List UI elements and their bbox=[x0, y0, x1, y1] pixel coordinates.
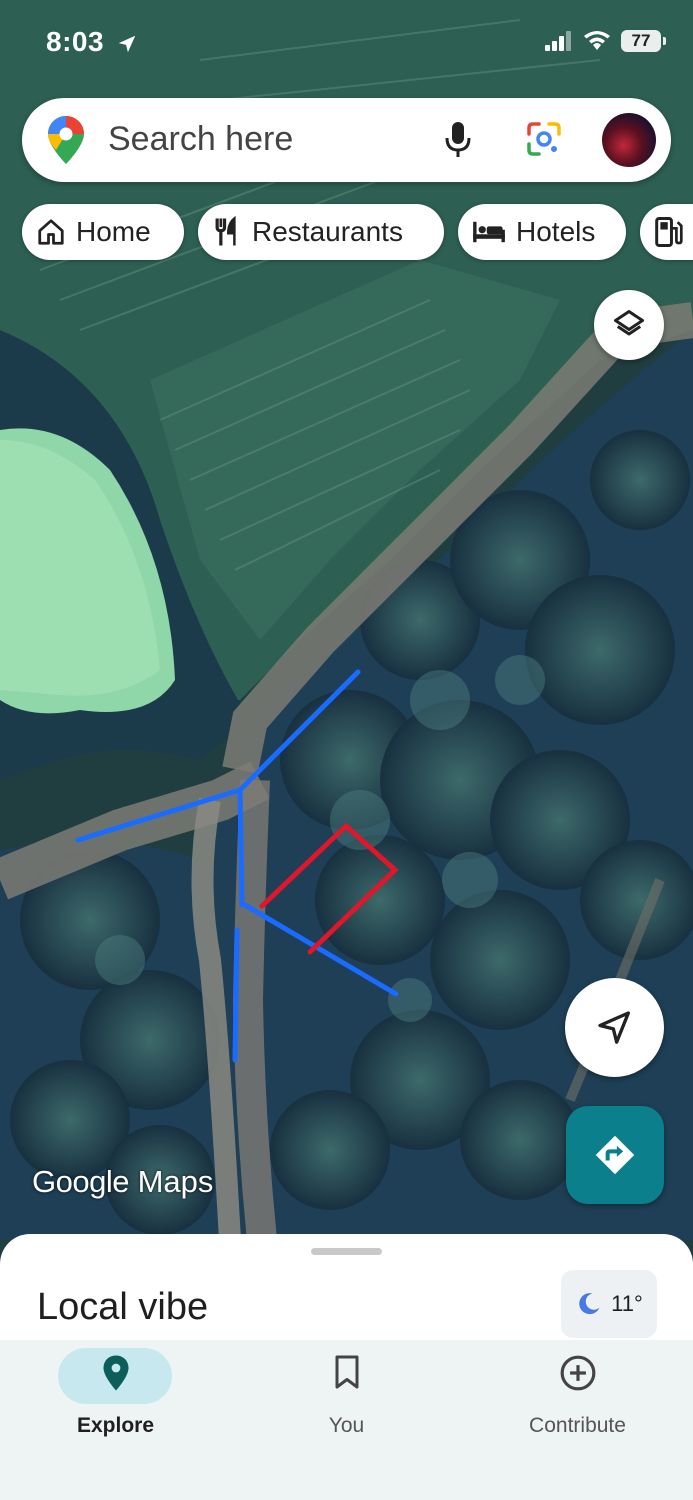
explore-pin-icon bbox=[103, 1355, 128, 1391]
google-maps-logo-icon bbox=[48, 116, 84, 164]
search-bar[interactable]: Search here bbox=[22, 98, 671, 182]
directions-icon bbox=[595, 1135, 635, 1175]
chip-hotels[interactable]: Hotels bbox=[458, 204, 626, 260]
search-input[interactable]: Search here bbox=[108, 120, 293, 159]
home-icon bbox=[38, 219, 64, 245]
chip-home[interactable]: Home bbox=[22, 204, 184, 260]
status-bar: 8:03 77 bbox=[0, 0, 693, 90]
hotel-icon bbox=[473, 221, 505, 243]
nav-you[interactable]: You bbox=[231, 1340, 462, 1500]
add-circle-icon bbox=[560, 1355, 595, 1391]
google-lens-icon[interactable] bbox=[525, 120, 563, 158]
navigation-arrow-icon bbox=[597, 1010, 630, 1044]
battery-indicator: 77 bbox=[621, 30, 666, 52]
google-maps-watermark: Google Maps bbox=[32, 1164, 214, 1199]
sheet-title: Local vibe bbox=[37, 1286, 209, 1328]
microphone-icon[interactable] bbox=[442, 120, 474, 160]
weather-chip[interactable]: 11° bbox=[561, 1270, 657, 1338]
moon-icon bbox=[579, 1293, 600, 1315]
gas-station-icon bbox=[655, 216, 683, 248]
my-location-button[interactable] bbox=[565, 978, 664, 1077]
chip-gas[interactable] bbox=[640, 204, 693, 260]
restaurant-icon bbox=[215, 216, 236, 246]
directions-button[interactable] bbox=[566, 1106, 664, 1204]
wifi-icon bbox=[584, 31, 610, 50]
account-avatar[interactable] bbox=[602, 113, 656, 167]
bottom-navigation: Explore You Contribute bbox=[0, 1340, 693, 1500]
chip-restaurants[interactable]: Restaurants bbox=[198, 204, 444, 260]
sheet-drag-handle[interactable] bbox=[311, 1248, 382, 1255]
status-time: 8:03 bbox=[46, 26, 138, 58]
layers-button[interactable] bbox=[594, 290, 664, 360]
nav-contribute[interactable]: Contribute bbox=[462, 1340, 693, 1500]
weather-temp: 11° bbox=[611, 1291, 643, 1316]
nav-explore[interactable]: Explore bbox=[0, 1340, 231, 1500]
location-arrow-icon bbox=[119, 35, 136, 52]
signal-icon bbox=[545, 31, 571, 51]
bookmark-icon bbox=[335, 1355, 358, 1389]
layers-icon bbox=[614, 310, 644, 336]
status-indicators: 77 bbox=[545, 30, 666, 52]
